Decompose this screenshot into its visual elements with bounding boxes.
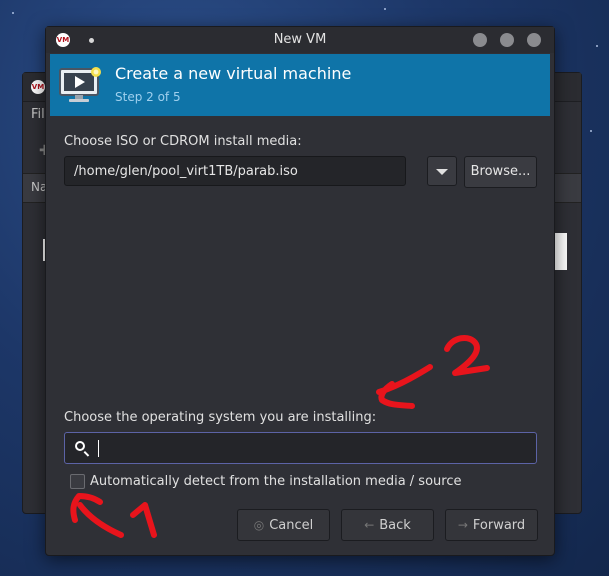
background-menu-file[interactable]: Fil xyxy=(31,107,45,122)
app-logo-icon: VM xyxy=(31,80,45,94)
text-caret xyxy=(98,440,99,457)
install-media-input[interactable]: /home/glen/pool_virt1TB/parab.iso xyxy=(64,156,406,186)
monitor-play-icon xyxy=(59,67,101,102)
arrow-left-icon: ← xyxy=(364,518,375,532)
star xyxy=(596,45,598,47)
forward-button[interactable]: → Forward xyxy=(445,509,538,541)
install-media-label: Choose ISO or CDROM install media: xyxy=(64,134,302,149)
star xyxy=(590,130,592,132)
new-vm-dialog: VM New VM Create a new virtual machine S… xyxy=(45,26,555,556)
install-media-dropdown-button[interactable] xyxy=(427,156,457,186)
close-button[interactable] xyxy=(527,33,541,47)
auto-detect-checkbox[interactable] xyxy=(70,474,85,489)
arrow-right-icon: → xyxy=(457,518,468,532)
cancel-icon: ◎ xyxy=(253,518,265,532)
chevron-down-icon xyxy=(436,169,448,175)
minimize-button[interactable] xyxy=(473,33,487,47)
browse-button[interactable]: Browse... xyxy=(464,156,537,188)
back-label: Back xyxy=(379,518,411,533)
search-icon xyxy=(75,441,85,451)
star xyxy=(384,8,386,10)
forward-label: Forward xyxy=(472,518,526,533)
wizard-title: Create a new virtual machine xyxy=(115,64,352,83)
wizard-banner: Create a new virtual machine Step 2 of 5 xyxy=(50,54,550,116)
wizard-step: Step 2 of 5 xyxy=(115,90,181,104)
background-fragment xyxy=(554,233,567,270)
cancel-button[interactable]: ◎ Cancel xyxy=(237,509,330,541)
os-label: Choose the operating system you are inst… xyxy=(64,410,377,425)
dialog-titlebar[interactable]: VM New VM xyxy=(46,27,554,53)
back-button[interactable]: ← Back xyxy=(341,509,434,541)
star xyxy=(12,12,14,14)
cancel-label: Cancel xyxy=(269,518,314,533)
maximize-button[interactable] xyxy=(500,33,514,47)
os-search-input[interactable] xyxy=(64,432,537,464)
auto-detect-label[interactable]: Automatically detect from the installati… xyxy=(90,474,461,489)
